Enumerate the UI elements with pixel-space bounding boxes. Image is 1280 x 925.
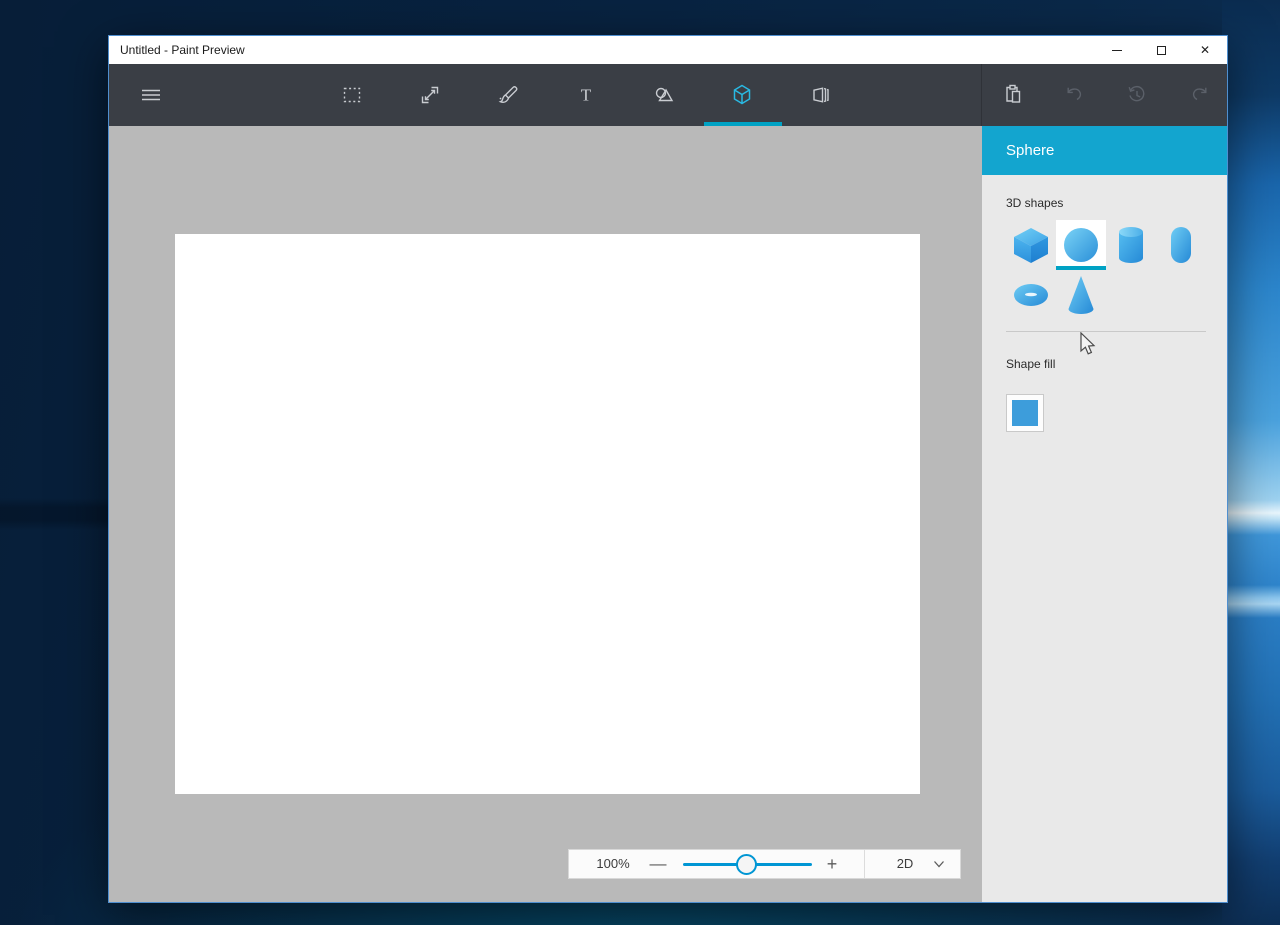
- cube-shape-icon: [1014, 228, 1048, 263]
- zoom-out-button[interactable]: —: [645, 850, 671, 878]
- canvas-icon: [813, 87, 829, 103]
- shape-cylinder[interactable]: [1106, 220, 1156, 270]
- zoom-in-button[interactable]: +: [819, 850, 845, 878]
- shapes-2d-icon: [655, 87, 674, 102]
- hamburger-icon: [142, 89, 160, 101]
- side-panel: Sphere 3D shapes Shape fill: [982, 126, 1227, 902]
- zoombar-divider: [864, 850, 865, 878]
- window-title: Untitled - Paint Preview: [120, 43, 245, 57]
- shape-capsule[interactable]: [1156, 220, 1206, 270]
- minimize-icon: [1112, 49, 1122, 51]
- fill-section-label: Shape fill: [1006, 357, 1056, 371]
- cube-3d-icon: [733, 84, 751, 105]
- mouse-cursor: [1080, 332, 1096, 355]
- wallpaper-dark-band: [0, 498, 118, 530]
- doughnut-shape-icon: [1014, 284, 1048, 306]
- cone-shape-icon: [1068, 276, 1094, 314]
- toolbar-divider: [981, 64, 982, 126]
- view-mode-value[interactable]: 2D: [881, 850, 929, 878]
- shapes-3d-tool-button[interactable]: [718, 71, 766, 119]
- resize-icon: [421, 86, 439, 104]
- zoom-bar: 100% — + 2D: [568, 849, 961, 879]
- resize-tool-button[interactable]: [406, 71, 454, 119]
- minimize-button[interactable]: [1095, 36, 1139, 64]
- menu-button[interactable]: [127, 71, 175, 119]
- shape-doughnut[interactable]: [1006, 270, 1056, 320]
- maximize-button[interactable]: [1139, 36, 1183, 64]
- drawing-canvas[interactable]: [175, 234, 920, 794]
- content-area: 100% — + 2D Sphere 3D shapes Shape fill: [109, 126, 1227, 902]
- shape-sphere[interactable]: [1056, 220, 1106, 270]
- zoom-level: 100%: [596, 856, 630, 871]
- paint-preview-window: Untitled - Paint Preview ✕ T 100% — + 2D…: [108, 35, 1228, 903]
- marquee-select-icon: [343, 87, 361, 103]
- titlebar[interactable]: Untitled - Paint Preview ✕: [109, 36, 1227, 64]
- history-button[interactable]: [1113, 71, 1161, 119]
- undo-icon: [1067, 87, 1082, 101]
- maximize-icon: [1156, 45, 1166, 55]
- close-icon: ✕: [1199, 43, 1211, 57]
- close-button[interactable]: ✕: [1183, 36, 1227, 64]
- brush-tool-button[interactable]: [484, 71, 532, 119]
- shape-grid: [1006, 220, 1206, 320]
- chevron-down-icon[interactable]: [933, 859, 945, 869]
- select-tool-button[interactable]: [328, 71, 376, 119]
- paste-button[interactable]: [989, 71, 1037, 119]
- panel-header: Sphere: [982, 126, 1227, 175]
- clipboard-icon: [1006, 84, 1021, 103]
- redo-icon: [1192, 87, 1207, 101]
- workspace: 100% — + 2D: [109, 126, 982, 902]
- capsule-shape-icon: [1171, 227, 1191, 263]
- zoom-slider-thumb[interactable]: [736, 854, 757, 875]
- shape-cone[interactable]: [1056, 270, 1106, 320]
- history-icon: [1128, 86, 1145, 102]
- text-tool-button[interactable]: T: [562, 71, 610, 119]
- svg-text:T: T: [581, 86, 592, 105]
- canvas-tool-button[interactable]: [796, 71, 844, 119]
- cylinder-shape-icon: [1119, 227, 1143, 263]
- shapes-section-label: 3D shapes: [1006, 196, 1064, 210]
- brush-icon: [498, 86, 518, 103]
- undo-button[interactable]: [1051, 71, 1099, 119]
- text-icon: T: [581, 86, 592, 105]
- toolbar: T: [109, 64, 1227, 126]
- panel-divider: [1006, 331, 1206, 332]
- redo-button[interactable]: [1175, 71, 1223, 119]
- shapes-2d-tool-button[interactable]: [640, 71, 688, 119]
- shape-cube[interactable]: [1006, 220, 1056, 270]
- sphere-shape-icon: [1064, 228, 1098, 262]
- fill-color-chip: [1012, 400, 1038, 426]
- wallpaper-light-beams: [1222, 0, 1280, 925]
- shape-fill-swatch[interactable]: [1006, 394, 1044, 432]
